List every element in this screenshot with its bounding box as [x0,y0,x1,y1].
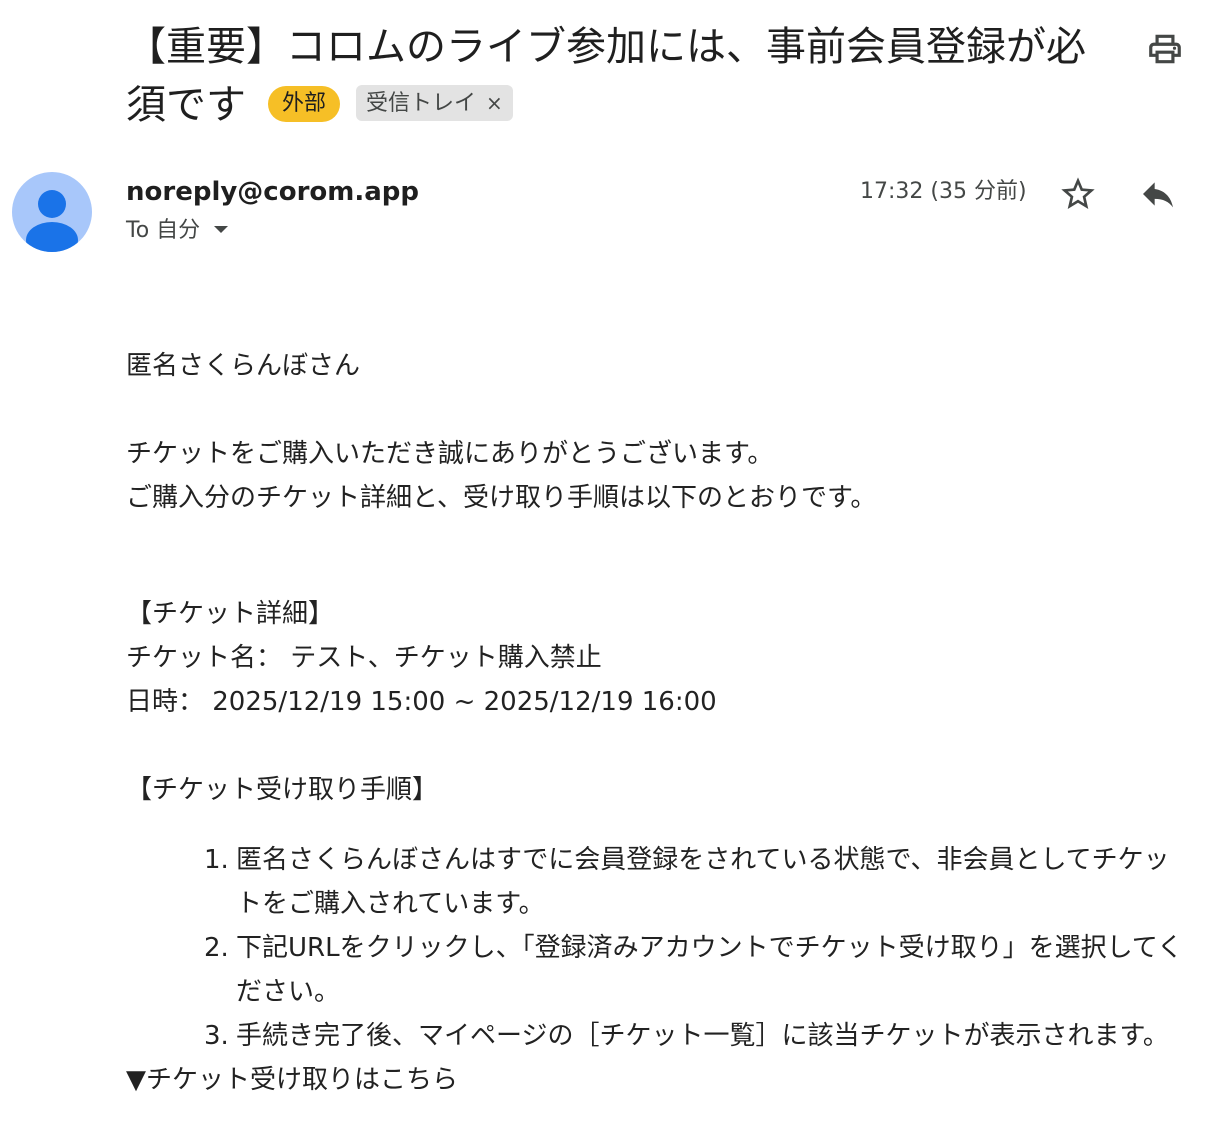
reply-arrow-icon [1143,182,1173,208]
step-number: 2. [204,933,229,963]
email-view: 【重要】コロムのライブ参加には、事前会員登録が必須です 外部 受信トレイ × nore… [0,0,1210,1137]
ticket-datetime: 日時： 2025/12/19 15:00 ~ 2025/12/19 16:00 [126,687,717,717]
step-number: 1. [204,845,229,875]
email-subject: 【重要】コロムのライブ参加には、事前会員登録が必須です 外部 受信トレイ × [126,18,1116,134]
star-button[interactable] [1058,174,1098,214]
caret-down-icon [214,226,229,233]
list-item: 2. 下記URLをクリックし、「登録済みアカウントでチケット受け取り」を選択して… [126,926,1210,1014]
recipient-label: To 自分 [126,218,201,243]
step-text: 匿名さくらんぼさんはすでに会員登録をされている状態で、非会員としてチケッ [236,845,1170,875]
list-item: 1. 匿名さくらんぼさんはすでに会員登録をされている状態で、非会員としてチケッ … [126,838,1210,926]
remove-label-icon[interactable]: × [486,91,503,115]
ticket-name: チケット名： テスト、チケット購入禁止 [126,643,602,673]
step-text: 手続き完了後、マイページの［チケット一覧］に該当チケットが表示されます。 [236,1021,1169,1051]
label-inbox[interactable]: 受信トレイ × [356,85,513,121]
sender-email[interactable]: noreply@corom.app [126,174,419,210]
printer-icon [1149,34,1181,64]
label-inbox-text: 受信トレイ [366,91,477,116]
person-icon [26,190,78,252]
avatar[interactable] [12,172,92,252]
ticket-details-heading: 【チケット詳細】 [126,599,335,629]
step-text: 下記URLをクリックし、「登録済みアカウントでチケット受け取り」を選択してく [236,933,1184,963]
greeting: 匿名さくらんぼさん [126,351,361,381]
step-number: 3. [204,1021,229,1051]
step-text-cont: トをご購入されています。 [236,889,545,919]
recipient-details-toggle[interactable]: To 自分 [126,215,229,247]
step-text-cont: ださい。 [236,977,341,1007]
reply-button[interactable] [1138,174,1178,214]
thanks-line-1: チケットをご購入いただき誠にありがとうございます。 [126,439,774,469]
steps-list: 1. 匿名さくらんぼさんはすでに会員登録をされている状態で、非会員としてチケッ … [126,838,1210,1058]
label-external: 外部 [268,86,341,122]
ticket-link-heading: ▼チケット受け取りはこちら [126,1065,458,1095]
print-button[interactable] [1146,30,1184,68]
email-body: 匿名さくらんぼさん チケットをご購入いただき誠にありがとうございます。 ご購入分… [126,344,1210,1102]
thanks-line-2: ご購入分のチケット詳細と、受け取り手順は以下のとおりです。 [126,483,877,513]
list-item: 3. 手続き完了後、マイページの［チケット一覧］に該当チケットが表示されます。 [126,1014,1210,1058]
steps-heading: 【チケット受け取り手順】 [126,775,439,805]
message-timestamp: 17:32 (35 分前) [860,179,1027,204]
star-outline-icon [1061,177,1095,209]
